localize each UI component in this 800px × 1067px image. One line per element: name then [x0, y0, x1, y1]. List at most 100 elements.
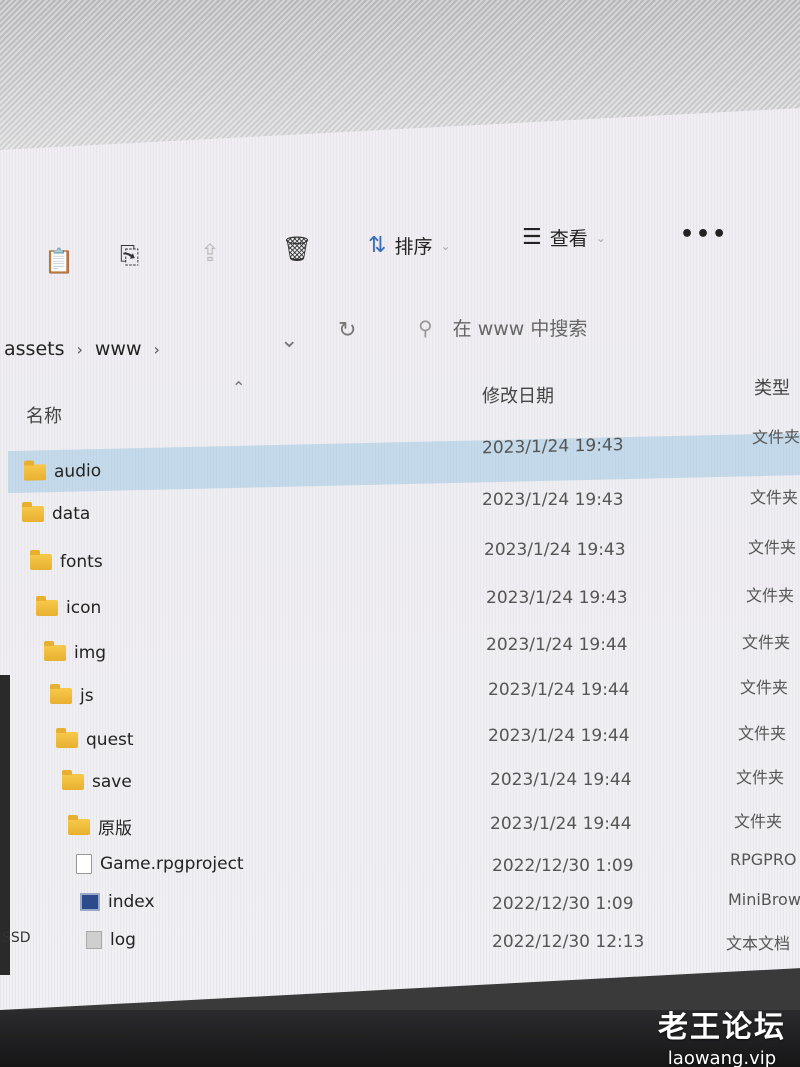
search-input[interactable]: 在 www 中搜索 [453, 314, 588, 341]
file-row[interactable]: 原版 2023/1/24 19:44 文件夹 [0, 802, 800, 846]
chevron-right-icon: › [76, 339, 83, 359]
file-name: save [92, 772, 132, 792]
file-type: RPGPRO [730, 850, 797, 869]
file-type: 文件夹 [748, 538, 797, 557]
file-name-cell[interactable]: Game.rpgproject [76, 854, 244, 874]
folder-icon [62, 770, 84, 790]
paste-icon[interactable]: 📋 [44, 246, 74, 276]
file-modified-date: 2023/1/24 19:44 [486, 635, 628, 655]
search-icon: ⚲ [418, 315, 433, 340]
breadcrumb: assets › www › [4, 338, 160, 360]
file-name: js [80, 686, 94, 706]
file-type: 文件夹 [736, 768, 785, 787]
watermark: 老王论坛 laowang.vip [658, 1002, 786, 1067]
sort-label: 排序 [394, 236, 433, 258]
file-row[interactable]: data 2023/1/24 19:43 文件夹 [0, 488, 800, 536]
sort-button[interactable]: ⇅ 排序 ⌄ [368, 232, 451, 259]
folder-icon [22, 502, 44, 522]
file-name-cell[interactable]: fonts [30, 550, 103, 572]
sidebar-drive-label[interactable]: SSD [2, 930, 31, 946]
file-name: icon [66, 598, 102, 618]
file-row[interactable]: quest 2023/1/24 19:44 文件夹 [0, 718, 800, 762]
file-type: 文本文档 [726, 934, 791, 953]
file-name-cell[interactable]: log [86, 930, 136, 950]
folder-icon [30, 550, 52, 570]
file-modified-date: 2023/1/24 19:44 [488, 726, 630, 746]
file-name: log [110, 930, 136, 950]
file-name-cell[interactable]: index [80, 892, 155, 912]
file-name-cell[interactable]: quest [56, 728, 134, 750]
file-name: data [52, 504, 91, 524]
share-icon[interactable]: ⇪ [200, 238, 220, 268]
column-header-type[interactable]: 类型 [754, 374, 790, 400]
file-type: 文件夹 [734, 812, 783, 831]
file-name: fonts [60, 552, 103, 572]
folder-icon [44, 641, 66, 661]
file-row[interactable]: fonts 2023/1/24 19:43 文件夹 [0, 538, 800, 584]
file-type: 文件夹 [742, 633, 791, 652]
file-modified-date: 2023/1/24 19:44 [488, 680, 630, 700]
breadcrumb-www[interactable]: www [95, 338, 142, 360]
file-name: quest [86, 730, 134, 750]
refresh-icon[interactable]: ↻ [338, 318, 356, 343]
sort-ascending-icon: ⌃ [232, 378, 246, 397]
column-header-modified[interactable]: 修改日期 [482, 382, 554, 408]
file-row[interactable]: save 2023/1/24 19:44 文件夹 [0, 760, 800, 804]
breadcrumb-assets[interactable]: assets [4, 338, 64, 360]
folder-icon [56, 728, 78, 748]
file-name: 原版 [98, 819, 132, 839]
file-modified-date: 2023/1/24 19:43 [486, 588, 628, 608]
file-name: index [108, 892, 155, 912]
view-button[interactable]: ☰ 查看 ⌄ [522, 224, 606, 251]
file-type: 文件夹 [752, 427, 800, 448]
file-modified-date: 2023/1/24 19:43 [484, 540, 626, 560]
file-type: 文件夹 [738, 724, 787, 743]
chevron-down-icon: ⌄ [595, 230, 606, 245]
file-name-cell[interactable]: save [62, 770, 132, 792]
file-type: 文件夹 [750, 488, 799, 507]
file-name-cell[interactable]: audio [24, 461, 101, 483]
file-row[interactable]: log 2022/12/30 12:13 文本文档 [0, 918, 800, 962]
search-box[interactable]: ⚲ 在 www 中搜索 [418, 314, 587, 341]
folder-icon [36, 596, 58, 616]
more-options-button[interactable]: ••• [680, 222, 728, 247]
folder-icon [50, 684, 72, 704]
file-name-cell[interactable]: 原版 [68, 814, 132, 839]
file-modified-date: 2023/1/24 19:44 [490, 770, 632, 790]
photo-of-screen: 📋 ⎘ ⇪ 🗑 ⇅ 排序 ⌄ ☰ 查看 ⌄ ••• assets › www ›… [0, 0, 800, 1067]
file-row[interactable]: img 2023/1/24 19:44 文件夹 [0, 631, 800, 675]
view-label: 查看 [549, 228, 588, 250]
file-row[interactable]: js 2023/1/24 19:44 文件夹 [0, 674, 800, 718]
file-name-cell[interactable]: icon [36, 596, 102, 618]
file-name: img [74, 643, 107, 663]
file-name-cell[interactable]: img [44, 641, 107, 663]
sort-icon: ⇅ [368, 233, 387, 258]
file-modified-date: 2023/1/24 19:44 [490, 814, 632, 834]
file-type: 文件夹 [746, 586, 795, 605]
file-name-cell[interactable]: data [22, 502, 91, 524]
watermark-url: laowang.vip [667, 1048, 777, 1067]
file-name: Game.rpgproject [100, 854, 244, 874]
chevron-right-icon[interactable]: › [154, 340, 160, 359]
file-modified-date: 2022/12/30 1:09 [492, 894, 634, 914]
watermark-title: 老王论坛 [658, 1010, 786, 1045]
web-page-icon [80, 893, 100, 911]
view-icon: ☰ [522, 225, 542, 250]
file-type: MiniBrow [728, 890, 800, 909]
file-modified-date: 2023/1/24 19:43 [482, 435, 624, 459]
file-type: 文件夹 [740, 678, 789, 697]
delete-icon[interactable]: 🗑 [282, 234, 312, 264]
folder-icon [68, 814, 90, 835]
file-modified-date: 2023/1/24 19:43 [482, 490, 624, 510]
rename-icon[interactable]: ⎘ [120, 240, 139, 270]
text-file-icon [86, 931, 102, 949]
chevron-down-icon[interactable]: ⌄ [280, 328, 298, 353]
file-name-cell[interactable]: js [50, 684, 94, 706]
file-modified-date: 2022/12/30 1:09 [492, 856, 634, 876]
chevron-down-icon: ⌄ [440, 238, 451, 253]
file-name: audio [54, 460, 102, 483]
file-row[interactable]: icon 2023/1/24 19:43 文件夹 [0, 586, 800, 630]
column-header-name[interactable]: 名称 [26, 402, 62, 428]
folder-icon [24, 464, 46, 481]
file-modified-date: 2022/12/30 12:13 [492, 932, 645, 952]
